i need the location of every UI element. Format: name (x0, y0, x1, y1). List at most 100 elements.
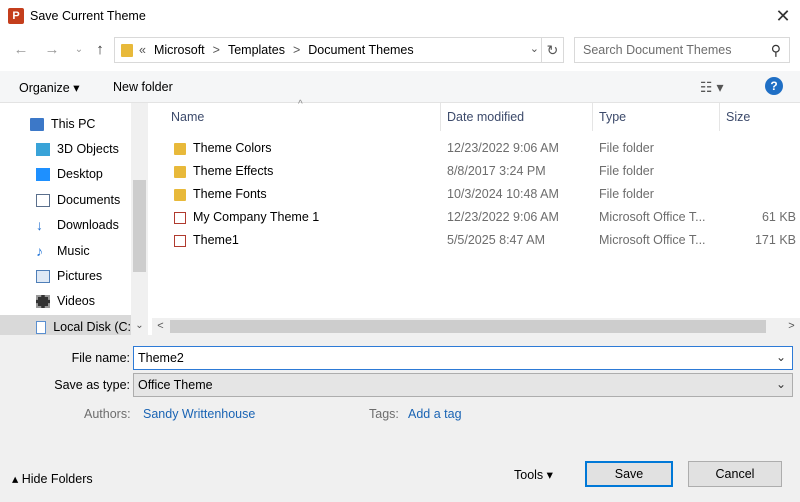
view-options-icon[interactable]: ☷ ▾ (700, 79, 723, 96)
authors-label: Authors: (84, 407, 131, 421)
tools-dropdown[interactable]: Tools ▾ (514, 467, 553, 482)
file-name-label: File name: (71, 351, 130, 365)
nav-item-pictures[interactable]: Pictures (36, 264, 168, 288)
file-name: Theme Fonts (193, 187, 267, 201)
folder-icon (121, 44, 133, 57)
theme-file-icon (174, 212, 186, 224)
theme-file-icon (174, 235, 186, 247)
tags-label: Tags: (369, 407, 399, 421)
save-as-type-select[interactable]: Office Theme ⌄ (133, 373, 793, 397)
file-type: File folder (599, 164, 654, 178)
tags-field[interactable]: Add a tag (408, 407, 462, 421)
nav-item-label: Videos (57, 294, 95, 308)
disk-icon (36, 320, 47, 334)
nav-item-videos[interactable]: Videos (36, 289, 168, 313)
documents-icon (36, 193, 50, 207)
nav-item-label: This PC (51, 117, 96, 131)
file-date: 12/23/2022 9:06 AM (447, 210, 559, 224)
chevron-down-icon[interactable]: ⌄ (776, 350, 786, 364)
file-name: My Company Theme 1 (193, 210, 320, 224)
authors-field[interactable]: Sandy Writtenhouse (143, 407, 255, 421)
folder-icon (174, 143, 186, 155)
file-size: 171 KB (754, 233, 796, 247)
powerpoint-app-icon: P (8, 8, 24, 24)
file-type: Microsoft Office T... (599, 210, 706, 224)
file-row-theme-effects[interactable]: Theme Effects 8/8/2017 3:24 PM File fold… (164, 161, 800, 183)
column-size[interactable]: Size (726, 110, 750, 124)
save-button[interactable]: Save (585, 461, 673, 487)
search-icon[interactable]: ⚲ (771, 42, 781, 59)
file-type: File folder (599, 187, 654, 201)
file-list-header: Name Date modified Type Size (164, 103, 798, 131)
desktop-icon (36, 167, 50, 181)
window-title: Save Current Theme (30, 9, 146, 23)
pictures-icon (36, 269, 50, 283)
file-row-theme-fonts[interactable]: Theme Fonts 10/3/2024 10:48 AM File fold… (164, 184, 800, 206)
breadcrumb: « Microsoft > Templates > Document Theme… (139, 43, 414, 57)
file-row-theme1[interactable]: Theme1 5/5/2025 8:47 AM Microsoft Office… (164, 230, 800, 252)
column-divider[interactable] (440, 103, 441, 131)
nav-item-label: Local Disk (C: (53, 320, 131, 334)
breadcrumb-separator-icon[interactable]: > (213, 43, 220, 57)
nav-item-downloads[interactable]: ↓ Downloads (36, 213, 168, 237)
refresh-icon[interactable]: ↻ (541, 38, 563, 62)
breadcrumb-document-themes[interactable]: Document Themes (308, 43, 413, 57)
nav-item-label: Downloads (57, 218, 119, 232)
scroll-left-icon[interactable]: < (152, 318, 169, 335)
file-name: Theme1 (193, 233, 239, 247)
close-button[interactable]: ✕ (766, 0, 800, 33)
search-input[interactable]: Search Document Themes (583, 43, 731, 57)
file-type: File folder (599, 141, 654, 155)
nav-item-music[interactable]: ♪ Music (36, 239, 168, 263)
save-as-type-label: Save as type: (54, 378, 130, 392)
nav-item-3d-objects[interactable]: 3D Objects (36, 137, 168, 161)
file-name-combobox[interactable]: Theme2 ⌄ (133, 346, 793, 370)
breadcrumb-templates[interactable]: Templates (228, 43, 285, 57)
hide-folders-button[interactable]: ▴ Hide Folders (12, 471, 93, 486)
file-date: 12/23/2022 9:06 AM (447, 141, 559, 155)
music-icon: ♪ (36, 242, 43, 259)
breadcrumb-microsoft[interactable]: Microsoft (154, 43, 205, 57)
hscrollbar-thumb[interactable] (170, 320, 766, 333)
navigation-pane: This PC 3D Objects Desktop Documents ↓ D… (0, 103, 148, 339)
address-dropdown-icon[interactable]: ⌄ (530, 42, 539, 55)
save-as-type-value: Office Theme (138, 378, 213, 392)
column-name[interactable]: Name (171, 110, 204, 124)
nav-item-label: Desktop (57, 167, 103, 181)
file-name-input[interactable]: Theme2 (138, 351, 184, 365)
back-button[interactable]: ← (11, 38, 31, 62)
file-date: 5/5/2025 8:47 AM (447, 233, 545, 247)
videos-icon (36, 294, 50, 308)
file-row-theme-colors[interactable]: Theme Colors 12/23/2022 9:06 AM File fol… (164, 138, 800, 160)
organize-button[interactable]: Organize ▾ (19, 80, 79, 95)
recent-locations-chevron-icon[interactable]: ⌄ (72, 38, 86, 62)
breadcrumb-separator-icon[interactable]: > (293, 43, 300, 57)
column-date-modified[interactable]: Date modified (447, 110, 524, 124)
column-type[interactable]: Type (599, 110, 626, 124)
breadcrumb-overflow[interactable]: « (139, 43, 146, 57)
file-row-my-company-theme-1[interactable]: My Company Theme 1 12/23/2022 9:06 AM Mi… (164, 207, 800, 229)
command-bar: Organize ▾ New folder ☷ ▾ ? (0, 71, 800, 103)
nav-scrollbar-thumb[interactable] (133, 180, 146, 272)
file-size: 61 KB (761, 210, 796, 224)
chevron-down-icon[interactable]: ⌄ (776, 377, 786, 391)
file-type: Microsoft Office T... (599, 233, 706, 247)
nav-item-desktop[interactable]: Desktop (36, 162, 168, 186)
folder-icon (174, 189, 186, 201)
cancel-button[interactable]: Cancel (688, 461, 782, 487)
forward-button[interactable]: → (42, 38, 62, 62)
up-button[interactable]: ↑ (90, 38, 110, 62)
help-icon[interactable]: ? (765, 77, 783, 95)
cube-icon (36, 142, 50, 156)
new-folder-button[interactable]: New folder (113, 80, 173, 94)
scroll-right-icon[interactable]: > (783, 318, 800, 335)
file-name: Theme Effects (193, 164, 274, 178)
nav-item-documents[interactable]: Documents (36, 188, 168, 212)
folder-icon (174, 166, 186, 178)
nav-scroll-down-icon[interactable]: ⌄ (131, 317, 148, 335)
column-divider[interactable] (592, 103, 593, 131)
nav-item-label: Music (57, 244, 90, 258)
address-bar[interactable]: « Microsoft > Templates > Document Theme… (114, 37, 564, 63)
column-divider[interactable] (719, 103, 720, 131)
search-box[interactable]: Search Document Themes ⚲ (574, 37, 790, 63)
